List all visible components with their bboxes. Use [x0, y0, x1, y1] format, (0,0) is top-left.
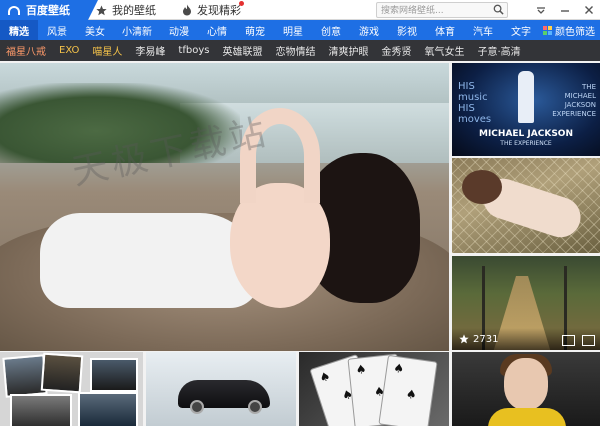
- category-mood[interactable]: 心情: [198, 20, 236, 40]
- wallpaper-tile-photo-collage[interactable]: [0, 352, 143, 426]
- poster-line: JACKSON: [564, 101, 596, 109]
- wallpaper-tile-michael-jackson[interactable]: HIS music HIS moves THE MICHAEL JACKSON …: [452, 63, 600, 156]
- collage-photo: [78, 392, 138, 426]
- portrait-jacket: [488, 408, 566, 426]
- spade-icon: ♠: [317, 368, 333, 386]
- category-pets[interactable]: 萌宠: [236, 20, 274, 40]
- window-controls: [534, 0, 596, 20]
- wallpaper-tile-forest-path[interactable]: 2731: [452, 256, 600, 350]
- tag-item[interactable]: 金秀贤: [381, 43, 411, 58]
- category-stars[interactable]: 明星: [274, 20, 312, 40]
- tab-discover[interactable]: 发现精彩: [182, 0, 241, 20]
- preview-image-icon[interactable]: [582, 335, 595, 346]
- poster-line: HIS: [458, 81, 475, 92]
- tag-item[interactable]: 清爽护眼: [328, 43, 368, 58]
- collage-photo: [10, 394, 72, 426]
- menu-icon[interactable]: [534, 3, 548, 17]
- hero-shirt: [40, 213, 260, 308]
- close-icon[interactable]: [582, 3, 596, 17]
- tag-item[interactable]: 英雄联盟: [222, 43, 262, 58]
- tag-item[interactable]: 子意·高清: [477, 43, 520, 58]
- poster-line: THE: [582, 83, 596, 91]
- search-icon[interactable]: [493, 4, 504, 15]
- spade-icon: ♠: [354, 361, 368, 377]
- category-featured[interactable]: 精选: [0, 20, 38, 40]
- poster-title: MICHAEL JACKSON: [479, 129, 573, 139]
- category-cars[interactable]: 汽车: [464, 20, 502, 40]
- tag-bar: 福星八戒 EXO 喵星人 李易峰 tfboys 英雄联盟 恋物情结 清爽护眼 金…: [0, 40, 600, 61]
- category-nav: 精选 风景 美女 小清新 动漫 心情 萌宠 明星 创意 游戏 影视 体育 汽车 …: [0, 20, 600, 40]
- baidu-wallpaper-logo-icon: [8, 5, 20, 15]
- wallpaper-tile-hero[interactable]: 天极下载站: [0, 63, 449, 351]
- title-bar: 百度壁纸 我的壁纸 发现精彩: [0, 0, 600, 20]
- wallpaper-tile-portrait[interactable]: [452, 352, 600, 426]
- search-input[interactable]: [377, 4, 489, 18]
- minimize-icon[interactable]: [558, 3, 572, 17]
- category-fresh[interactable]: 小清新: [114, 20, 160, 40]
- poster-line: moves: [458, 114, 492, 125]
- tag-item[interactable]: 福星八戒: [6, 43, 46, 58]
- dancer-figure: [518, 71, 534, 123]
- playing-card: ♠ ♠: [378, 354, 438, 426]
- tab-label: 发现精彩: [197, 4, 241, 17]
- category-scenery[interactable]: 风景: [38, 20, 76, 40]
- poster-line: EXPERIENCE: [552, 110, 596, 118]
- category-games[interactable]: 游戏: [350, 20, 388, 40]
- wallpaper-tile-black-car[interactable]: [146, 352, 296, 426]
- category-color-filter[interactable]: 颜色筛选: [540, 20, 598, 40]
- collage-photo: [40, 352, 84, 394]
- color-grid-icon: [543, 25, 552, 35]
- car-wheel: [248, 400, 262, 414]
- notification-dot: [239, 1, 244, 6]
- app-brand-tab[interactable]: 百度壁纸: [0, 0, 98, 20]
- poster-line: HIS: [458, 103, 475, 114]
- spade-icon: ♠: [392, 360, 406, 377]
- car-wheel: [190, 400, 204, 414]
- favorite-star-icon[interactable]: [459, 334, 469, 344]
- tab-my-wallpapers[interactable]: 我的壁纸: [96, 0, 156, 20]
- tag-item[interactable]: 李易峰: [135, 43, 165, 58]
- tab-label: 我的壁纸: [112, 4, 156, 17]
- wallpaper-tile-playing-cards[interactable]: ♠ ♠ ♠ ♠ ♠ ♠: [299, 352, 449, 426]
- category-sports[interactable]: 体育: [426, 20, 464, 40]
- poster-line: MICHAEL: [564, 92, 596, 100]
- tag-item[interactable]: tfboys: [178, 45, 209, 56]
- star-icon: [96, 4, 107, 15]
- portrait-face: [504, 358, 548, 410]
- tag-item[interactable]: 喵星人: [92, 43, 122, 58]
- collage-photo: [90, 358, 138, 392]
- poster-right-text: THE MICHAEL JACKSON EXPERIENCE: [552, 83, 596, 119]
- category-anime[interactable]: 动漫: [160, 20, 198, 40]
- tag-item[interactable]: 氧气女生: [424, 43, 464, 58]
- app-title: 百度壁纸: [26, 4, 70, 17]
- poster-left-text: HIS music HIS moves: [458, 81, 491, 125]
- wallpaper-tile-hammock[interactable]: [452, 158, 600, 253]
- flame-icon: [183, 4, 191, 16]
- category-beauty[interactable]: 美女: [76, 20, 114, 40]
- hammock-girl-hair: [462, 170, 502, 204]
- tile-actions: [562, 335, 595, 346]
- search-box[interactable]: [376, 2, 508, 18]
- set-wallpaper-icon[interactable]: [562, 335, 575, 346]
- spade-icon: ♠: [404, 386, 418, 403]
- category-text[interactable]: 文字: [502, 20, 540, 40]
- favorite-count: 2731: [473, 333, 499, 345]
- poster-subtitle: THE EXPERIENCE: [500, 140, 552, 147]
- tag-item[interactable]: 恋物情结: [275, 43, 315, 58]
- category-film[interactable]: 影视: [388, 20, 426, 40]
- category-label: 颜色筛选: [555, 26, 595, 38]
- category-creative[interactable]: 创意: [312, 20, 350, 40]
- tag-item[interactable]: EXO: [59, 45, 79, 56]
- poster-line: music: [458, 92, 488, 103]
